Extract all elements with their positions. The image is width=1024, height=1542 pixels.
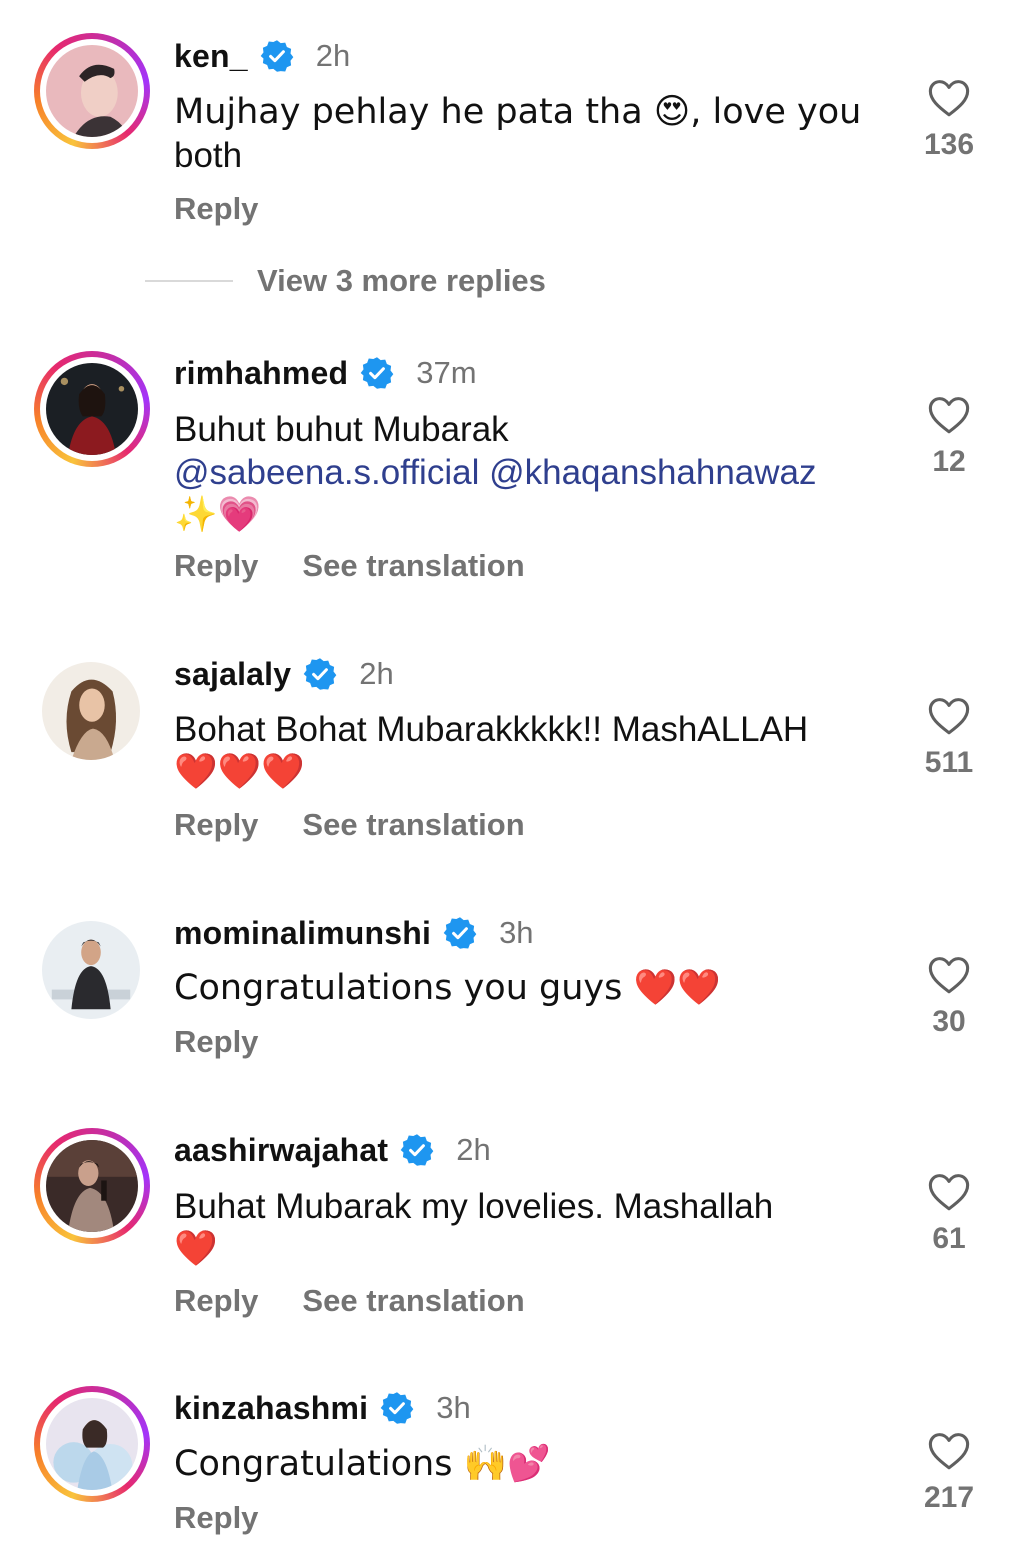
divider xyxy=(145,280,233,282)
comment-text: Mujhay pehlay he pata tha 😍, love you bo… xyxy=(174,92,862,175)
view-more-replies-label[interactable]: View 3 more replies xyxy=(257,263,546,299)
username[interactable]: mominalimunshi xyxy=(174,915,431,952)
see-translation-button[interactable]: See translation xyxy=(302,1283,524,1319)
reply-button[interactable]: Reply xyxy=(174,548,258,584)
username[interactable]: rimhahmed xyxy=(174,355,348,392)
avatar[interactable] xyxy=(34,33,150,149)
like-count: 12 xyxy=(932,445,966,478)
like-count: 136 xyxy=(923,128,975,161)
avatar[interactable] xyxy=(34,913,150,1029)
verified-badge-icon xyxy=(443,916,477,950)
username[interactable]: ken_ xyxy=(174,38,248,75)
username[interactable]: aashirwajahat xyxy=(174,1132,388,1169)
timestamp: 2h xyxy=(359,656,394,691)
avatar[interactable] xyxy=(34,1128,150,1244)
mention-link[interactable]: @khaqanshahnawaz xyxy=(489,453,816,492)
heart-outline-icon[interactable] xyxy=(927,1172,971,1212)
comment-text: Buhat Mubarak my lovelies. Mashallah ❤️ xyxy=(174,1187,774,1269)
mention-link[interactable]: @sabeena.s.official xyxy=(174,453,479,492)
timestamp: 37m xyxy=(416,355,477,390)
see-translation-button[interactable]: See translation xyxy=(302,807,524,843)
username[interactable]: kinzahashmi xyxy=(174,1390,368,1427)
heart-outline-icon[interactable] xyxy=(927,696,971,736)
heart-outline-icon[interactable] xyxy=(927,955,971,995)
reply-button[interactable]: Reply xyxy=(174,1024,258,1060)
verified-badge-icon xyxy=(380,1391,414,1425)
avatar[interactable] xyxy=(34,1386,150,1502)
timestamp: 2h xyxy=(456,1132,491,1167)
heart-outline-icon[interactable] xyxy=(927,1431,971,1471)
verified-badge-icon xyxy=(303,657,337,691)
reply-button[interactable]: Reply xyxy=(174,807,258,843)
verified-badge-icon xyxy=(360,356,394,390)
comment-text: Buhut buhut Mubarak @sabeena.s.official … xyxy=(174,410,817,535)
avatar[interactable] xyxy=(34,654,150,770)
timestamp: 3h xyxy=(499,915,534,950)
like-count: 30 xyxy=(932,1005,966,1038)
reply-button[interactable]: Reply xyxy=(174,191,258,227)
timestamp: 3h xyxy=(436,1390,471,1425)
comment-text: Congratulations you guys ❤️❤️ xyxy=(174,968,721,1008)
reply-button[interactable]: Reply xyxy=(174,1283,258,1319)
view-more-replies-button[interactable]: View 3 more replies xyxy=(145,263,546,299)
like-count: 511 xyxy=(924,746,974,779)
comment-text: Bohat Bohat Mubarakkkkk!! MashALLAH ❤️❤️… xyxy=(174,710,809,792)
like-count: 61 xyxy=(932,1222,966,1255)
reply-button[interactable]: Reply xyxy=(174,1500,258,1536)
heart-outline-icon[interactable] xyxy=(927,395,971,435)
like-count: 217 xyxy=(923,1481,975,1514)
username[interactable]: sajalaly xyxy=(174,656,291,693)
see-translation-button[interactable]: See translation xyxy=(302,548,524,584)
heart-outline-icon[interactable] xyxy=(927,78,971,118)
verified-badge-icon xyxy=(400,1133,434,1167)
comment-text: Congratulations 🙌💕 xyxy=(174,1444,551,1484)
timestamp: 2h xyxy=(315,38,351,73)
verified-badge-icon xyxy=(260,39,294,73)
avatar[interactable] xyxy=(34,351,150,467)
